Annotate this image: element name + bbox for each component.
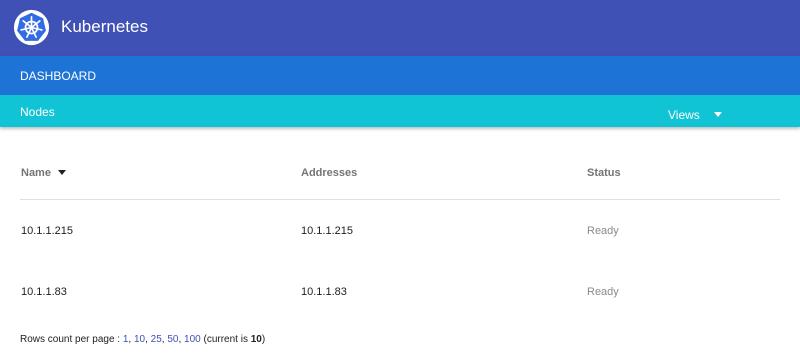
node-name[interactable]: 10.1.1.83 xyxy=(21,286,67,298)
node-address: 10.1.1.83 xyxy=(301,286,347,298)
section-title: Nodes xyxy=(20,105,55,119)
sort-desc-icon[interactable] xyxy=(58,170,66,175)
node-status: Ready xyxy=(587,225,619,237)
app-header: Kubernetes xyxy=(0,0,800,56)
dashboard-link[interactable]: DASHBOARD xyxy=(20,69,96,83)
current-size-prefix: (current is xyxy=(203,334,251,345)
caret-down-icon[interactable] xyxy=(714,112,722,117)
page-size-option-10[interactable]: 10 xyxy=(134,334,145,345)
page-size-option-25[interactable]: 25 xyxy=(151,334,162,345)
page-size-option-100[interactable]: 100 xyxy=(184,334,201,345)
header-divider xyxy=(20,199,780,200)
page-size-option-1[interactable]: 1 xyxy=(123,334,129,345)
kubernetes-logo-icon[interactable] xyxy=(13,9,50,46)
page-size-option-50[interactable]: 50 xyxy=(167,334,178,345)
views-dropdown[interactable]: Views xyxy=(668,108,700,122)
section-bar: Nodes Views xyxy=(0,95,800,127)
rows-per-page-label: Rows count per page : xyxy=(20,334,123,345)
node-status: Ready xyxy=(587,286,619,298)
current-size-suffix: ) xyxy=(261,334,266,345)
column-header-addresses: Addresses xyxy=(301,167,358,179)
column-header-name[interactable]: Name xyxy=(21,167,51,179)
node-address: 10.1.1.215 xyxy=(301,225,353,237)
current-page-size: 10 xyxy=(250,334,262,345)
dashboard-bar: DASHBOARD xyxy=(0,56,800,95)
app-title[interactable]: Kubernetes xyxy=(61,17,148,37)
rows-per-page: Rows count per page : 1, 10, 25, 50, 100… xyxy=(20,334,266,345)
column-header-status: Status xyxy=(587,167,621,179)
node-name[interactable]: 10.1.1.215 xyxy=(21,225,73,237)
